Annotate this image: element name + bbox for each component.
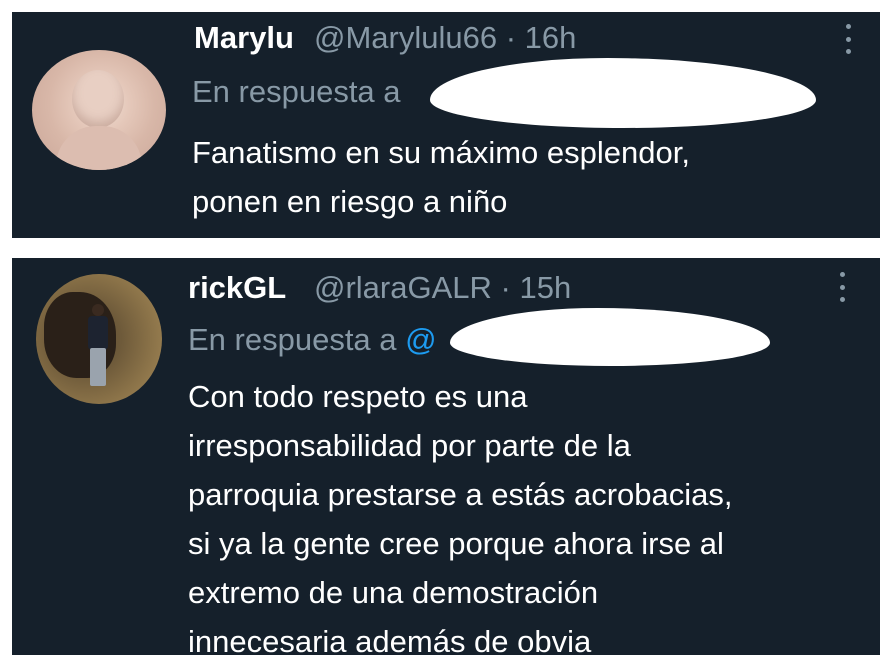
handle[interactable]: @rlaraGALR: [314, 270, 492, 305]
handle[interactable]: @Marylulu66: [314, 20, 497, 55]
tweet-text-line: irresponsabilidad por parte de la: [188, 428, 631, 463]
vertical-ellipsis-icon[interactable]: [838, 272, 846, 302]
avatar-shoulders: [56, 126, 142, 170]
tweet-text-line: Fanatismo en su máximo esplendor,: [192, 135, 690, 170]
tweet-text: Con todo respeto es una irresponsabilida…: [188, 372, 733, 655]
vertical-ellipsis-icon[interactable]: [844, 24, 852, 54]
tweet-meta: @rlaraGALR · 15h: [314, 270, 571, 306]
tweet-text-line: parroquia prestarse a estás acrobacias,: [188, 477, 733, 512]
tweet-text-line: ponen en riesgo a niño: [192, 184, 508, 219]
redaction-mark: [430, 58, 816, 128]
dot-icon: [839, 272, 845, 277]
reply-mention-link[interactable]: @: [405, 322, 436, 357]
avatar[interactable]: [36, 274, 162, 404]
tweet-card[interactable]: rickGL @rlaraGALR · 15h En respuesta a @…: [12, 258, 880, 655]
dot-icon: [845, 49, 851, 54]
avatar-face: [72, 70, 124, 128]
dot-icon: [845, 36, 851, 42]
tweet-meta: @Marylulu66 · 16h: [314, 20, 576, 56]
tweet-text: Fanatismo en su máximo esplendor, ponen …: [192, 128, 690, 226]
reply-prefix: En respuesta a: [192, 74, 401, 109]
timestamp[interactable]: 15h: [519, 270, 571, 305]
tweet-text-line: Con todo respeto es una: [188, 379, 528, 414]
dot-icon: [845, 24, 851, 29]
avatar[interactable]: [32, 50, 166, 170]
tweet-text-line: si ya la gente cree porque ahora irse al: [188, 526, 724, 561]
display-name[interactable]: Marylu: [194, 20, 294, 56]
reply-context: En respuesta a: [192, 74, 401, 110]
dot-icon: [839, 297, 845, 302]
meta-separator: ·: [500, 270, 511, 305]
avatar-person-body: [88, 316, 108, 350]
reply-prefix: En respuesta a: [188, 322, 397, 357]
reply-context: En respuesta a @: [188, 322, 437, 358]
timestamp[interactable]: 16h: [525, 20, 577, 55]
redaction-mark: [450, 308, 770, 366]
tweet-text-line: innecesaria además de obvia: [188, 624, 592, 655]
tweet-text-line: extremo de una demostración: [188, 575, 599, 610]
meta-separator: ·: [505, 20, 517, 55]
display-name[interactable]: rickGL: [188, 270, 286, 306]
avatar-person-head: [92, 304, 104, 316]
avatar-person-legs: [90, 348, 106, 386]
tweet-card[interactable]: Marylu @Marylulu66 · 16h En respuesta a …: [12, 12, 880, 238]
dot-icon: [839, 284, 845, 290]
